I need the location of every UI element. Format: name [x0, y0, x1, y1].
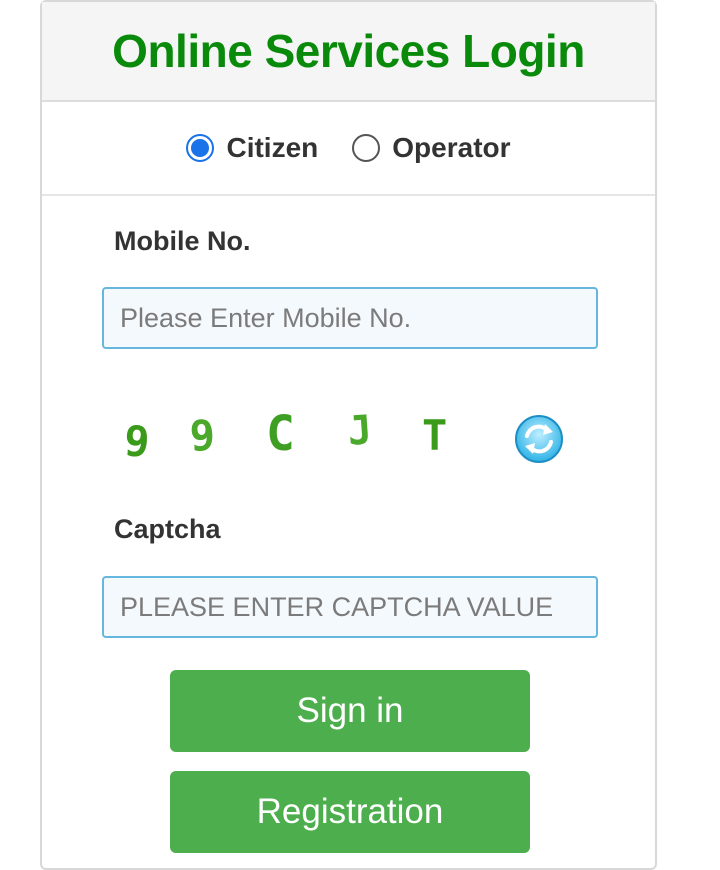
- operator-label: Operator: [392, 132, 511, 163]
- sign-in-button[interactable]: Sign in: [170, 670, 530, 752]
- mobile-input[interactable]: [102, 287, 598, 349]
- captcha-char: 9: [189, 410, 217, 460]
- login-card: Online Services Login Citizen Operator M…: [40, 0, 657, 870]
- citizen-radio[interactable]: [186, 134, 215, 162]
- citizen-label: Citizen: [226, 132, 319, 163]
- operator-radio[interactable]: [352, 134, 381, 162]
- registration-button[interactable]: Registration: [170, 771, 530, 853]
- captcha-input[interactable]: [102, 576, 598, 638]
- captcha-char: C: [266, 406, 295, 462]
- refresh-icon[interactable]: [514, 414, 564, 464]
- mobile-label: Mobile No.: [114, 226, 251, 256]
- role-selector: Citizen Operator: [42, 102, 655, 196]
- role-option-citizen[interactable]: Citizen: [186, 132, 318, 164]
- role-option-operator[interactable]: Operator: [352, 132, 511, 164]
- page-title: Online Services Login: [112, 25, 585, 77]
- captcha-svg: 9 9 C J T: [123, 406, 448, 467]
- captcha-char: J: [346, 407, 373, 455]
- captcha-label: Captcha: [114, 514, 221, 544]
- card-header: Online Services Login: [42, 2, 655, 102]
- captcha-char: 9: [123, 416, 152, 467]
- captcha-image: 9 9 C J T: [110, 400, 510, 480]
- captcha-char: T: [422, 411, 447, 460]
